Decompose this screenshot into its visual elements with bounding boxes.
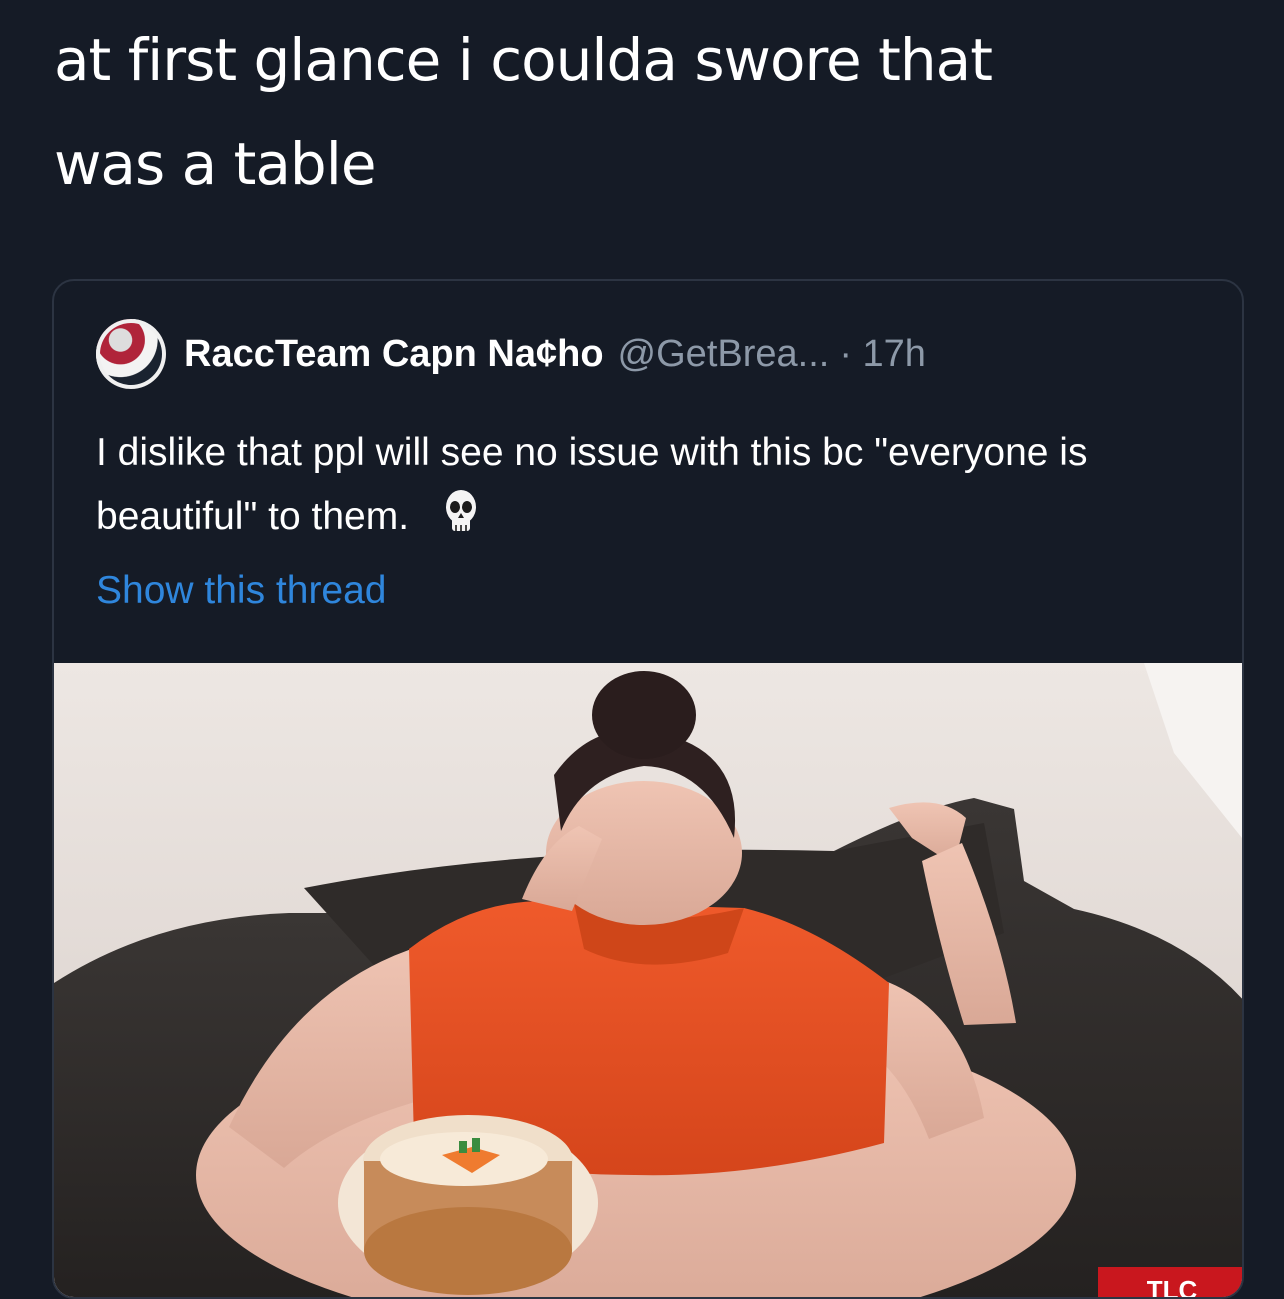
quoted-tweet-body: I dislike that ppl will see no issue wit… <box>96 421 1206 549</box>
tweet-media-photo[interactable]: TLC <box>54 663 1242 1299</box>
quoted-tweet-header: RaccTeam Capn Na¢ho @GetBrea... · 17h <box>96 319 1216 389</box>
quoted-tweet-card[interactable]: RaccTeam Capn Na¢ho @GetBrea... · 17h I … <box>52 279 1244 1299</box>
tlc-watermark: TLC <box>1147 1275 1198 1299</box>
avatar[interactable] <box>96 319 166 389</box>
skull-icon <box>444 487 478 541</box>
quoted-tweet-text: I dislike that ppl will see no issue wit… <box>96 431 1088 538</box>
post-text: at first glance i coulda swore that was … <box>54 26 993 198</box>
timestamp: · 17h <box>839 332 926 375</box>
handle[interactable]: @GetBrea... <box>618 333 830 376</box>
display-name[interactable]: RaccTeam Capn Na¢ho <box>184 333 604 376</box>
show-thread-link[interactable]: Show this thread <box>96 569 387 613</box>
